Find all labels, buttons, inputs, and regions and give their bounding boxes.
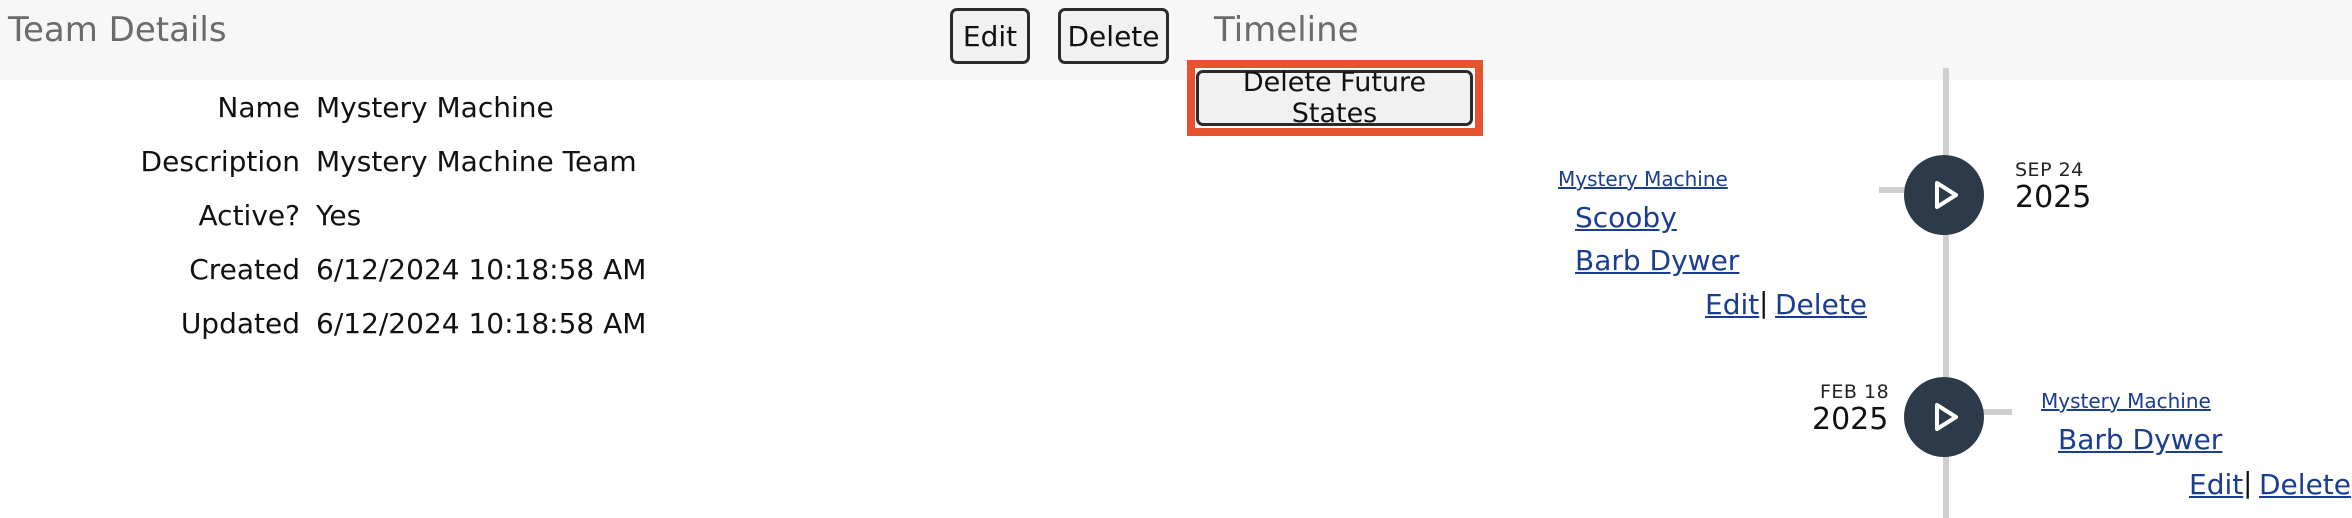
timeline-date-year-2: 2025 (1812, 402, 1889, 437)
field-label-updated: Updated (180, 307, 300, 340)
timeline-edit-link-1[interactable]: Edit (1705, 288, 1759, 321)
timeline-member-link-scooby[interactable]: Scooby (1575, 201, 1677, 234)
timeline-delete-link-1[interactable]: Delete (1775, 288, 1867, 321)
edit-team-button[interactable]: Edit (950, 8, 1030, 64)
timeline-member-link-barb-2[interactable]: Barb Dywer (2058, 423, 2222, 456)
timeline-title: Timeline (1214, 10, 1359, 50)
field-value-description: Mystery Machine Team (316, 145, 637, 178)
delete-future-states-button[interactable]: Delete Future States (1196, 67, 1473, 129)
team-details-title: Team Details (8, 10, 227, 50)
field-label-description: Description (140, 145, 300, 178)
field-value-updated: 6/12/2024 10:18:58 AM (316, 307, 647, 340)
timeline-action-separator-2: | (2243, 466, 2253, 499)
timeline-date-month-1: SEP 24 (2015, 159, 2084, 181)
timeline-date-year-1: 2025 (2015, 180, 2092, 215)
timeline-member-link-barb-1[interactable]: Barb Dywer (1575, 244, 1739, 277)
header-band (0, 0, 2352, 80)
timeline-date-month-2: FEB 18 (1820, 381, 1890, 403)
field-label-created: Created (189, 253, 300, 286)
field-value-active: Yes (316, 199, 362, 232)
play-icon (1935, 403, 1958, 431)
field-value-created: 6/12/2024 10:18:58 AM (316, 253, 647, 286)
timeline-team-link-2[interactable]: Mystery Machine (2041, 389, 2211, 413)
field-label-name: Name (217, 91, 300, 124)
timeline-node-2[interactable] (1904, 377, 1984, 457)
timeline-action-separator-1: | (1759, 286, 1769, 319)
timeline-edit-link-2[interactable]: Edit (2189, 468, 2243, 501)
timeline-node-1[interactable] (1904, 155, 1984, 235)
delete-team-button[interactable]: Delete (1058, 8, 1169, 64)
timeline-delete-link-2[interactable]: Delete (2259, 468, 2351, 501)
play-icon (1935, 181, 1958, 209)
field-value-name: Mystery Machine (316, 91, 554, 124)
field-label-active: Active? (198, 199, 300, 232)
timeline-team-link-1[interactable]: Mystery Machine (1558, 167, 1728, 191)
